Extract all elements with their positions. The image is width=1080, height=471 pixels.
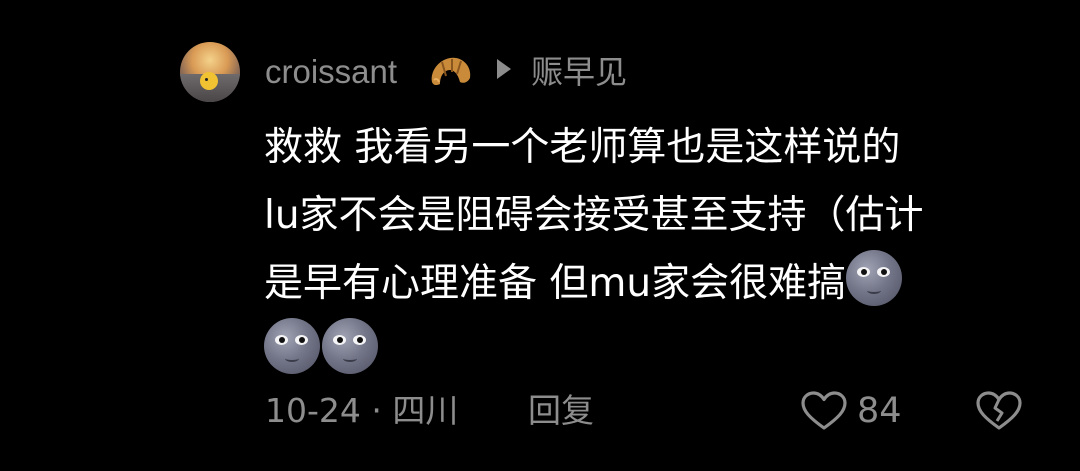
play-arrow-icon bbox=[497, 59, 511, 79]
reply-button[interactable]: 回复 bbox=[528, 389, 594, 433]
comment-body: 救救 我看另一个老师算也是这样说的 lu家不会是阻碍会接受甚至支持（估计 是早有… bbox=[264, 114, 1034, 386]
like-count: 84 bbox=[857, 391, 902, 431]
comment-meta: 10-24 · 四川 bbox=[265, 389, 458, 433]
new-moon-face-emoji-icon bbox=[322, 318, 378, 374]
comment-date: 10-24 bbox=[265, 391, 361, 430]
user-avatar[interactable] bbox=[180, 42, 240, 102]
comment-line: lu家不会是阻碍会接受甚至支持（估计 bbox=[264, 193, 924, 238]
avatar-duck bbox=[200, 72, 218, 90]
reply-to-username[interactable]: 赈早见 bbox=[531, 50, 627, 94]
comment-line-with-emoji: 是早有心理准备 但mu家会很难搞 bbox=[264, 250, 1034, 318]
emoji-line bbox=[264, 318, 1034, 386]
comment-line: 救救 我看另一个老师算也是这样说的 bbox=[264, 125, 901, 170]
broken-heart-outline-icon[interactable] bbox=[975, 390, 1023, 432]
username[interactable]: croissant bbox=[265, 50, 397, 94]
comment-location: 四川 bbox=[392, 391, 459, 430]
comment-item: croissant 赈早见 救救 我看另一个老师算也是这样说的 lu家不会是阻碍… bbox=[0, 0, 1080, 471]
comment-line-text: 是早有心理准备 但mu家会很难搞 bbox=[264, 261, 847, 306]
avatar-duck-eye bbox=[205, 78, 208, 81]
croissant-icon bbox=[431, 57, 471, 86]
new-moon-face-emoji-icon bbox=[846, 250, 903, 306]
new-moon-face-emoji-icon bbox=[264, 318, 320, 374]
heart-outline-icon[interactable] bbox=[800, 390, 848, 432]
meta-separator: · bbox=[371, 391, 382, 430]
